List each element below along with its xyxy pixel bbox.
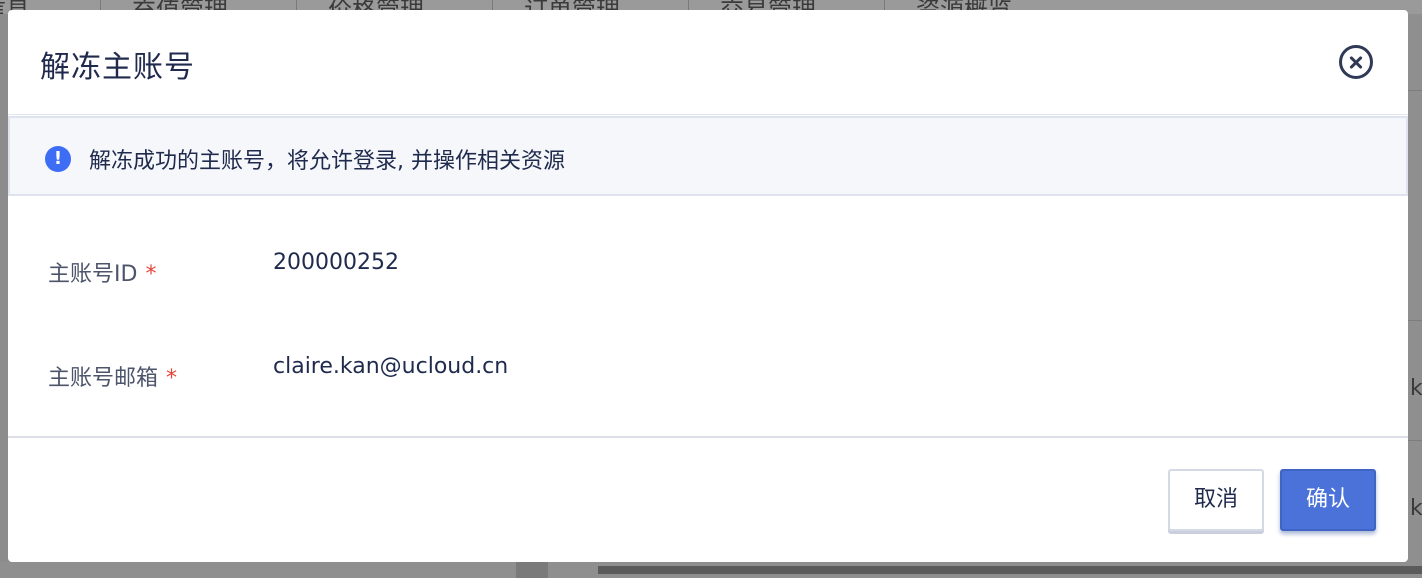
- account-id-value: 200000252: [273, 250, 399, 275]
- form-row-account-id: 主账号ID * 200000252: [8, 250, 1408, 290]
- dialog-title: 解冻主账号: [40, 50, 195, 85]
- close-icon[interactable]: [1339, 45, 1373, 79]
- form-row-account-email: 主账号邮箱 * claire.kan@ucloud.cn: [8, 354, 1408, 394]
- background-text: k: [1410, 376, 1422, 401]
- field-label-text: 主账号ID: [48, 262, 138, 287]
- required-mark: *: [145, 262, 157, 287]
- info-notice: ! 解冻成功的主账号，将允许登录, 并操作相关资源: [8, 116, 1408, 196]
- field-label: 主账号邮箱 *: [48, 360, 177, 392]
- notice-text: 解冻成功的主账号，将允许登录, 并操作相关资源: [89, 149, 565, 174]
- account-email-value: claire.kan@ucloud.cn: [273, 354, 509, 379]
- exclamation-circle-icon: !: [45, 146, 71, 172]
- unfreeze-account-dialog: 解冻主账号 ! 解冻成功的主账号，将允许登录, 并操作相关资源 主账号ID * 2…: [8, 10, 1408, 562]
- background-scrollbar: [598, 566, 1422, 574]
- background-text: k: [1410, 496, 1422, 521]
- dialog-footer: 取消 确认: [8, 436, 1408, 562]
- required-mark: *: [166, 366, 178, 391]
- field-label: 主账号ID *: [48, 256, 156, 288]
- confirm-button[interactable]: 确认: [1280, 469, 1376, 531]
- cancel-button[interactable]: 取消: [1168, 469, 1264, 531]
- background-panel: [1408, 14, 1422, 578]
- field-label-text: 主账号邮箱: [48, 366, 159, 391]
- dialog-header: 解冻主账号: [8, 10, 1408, 115]
